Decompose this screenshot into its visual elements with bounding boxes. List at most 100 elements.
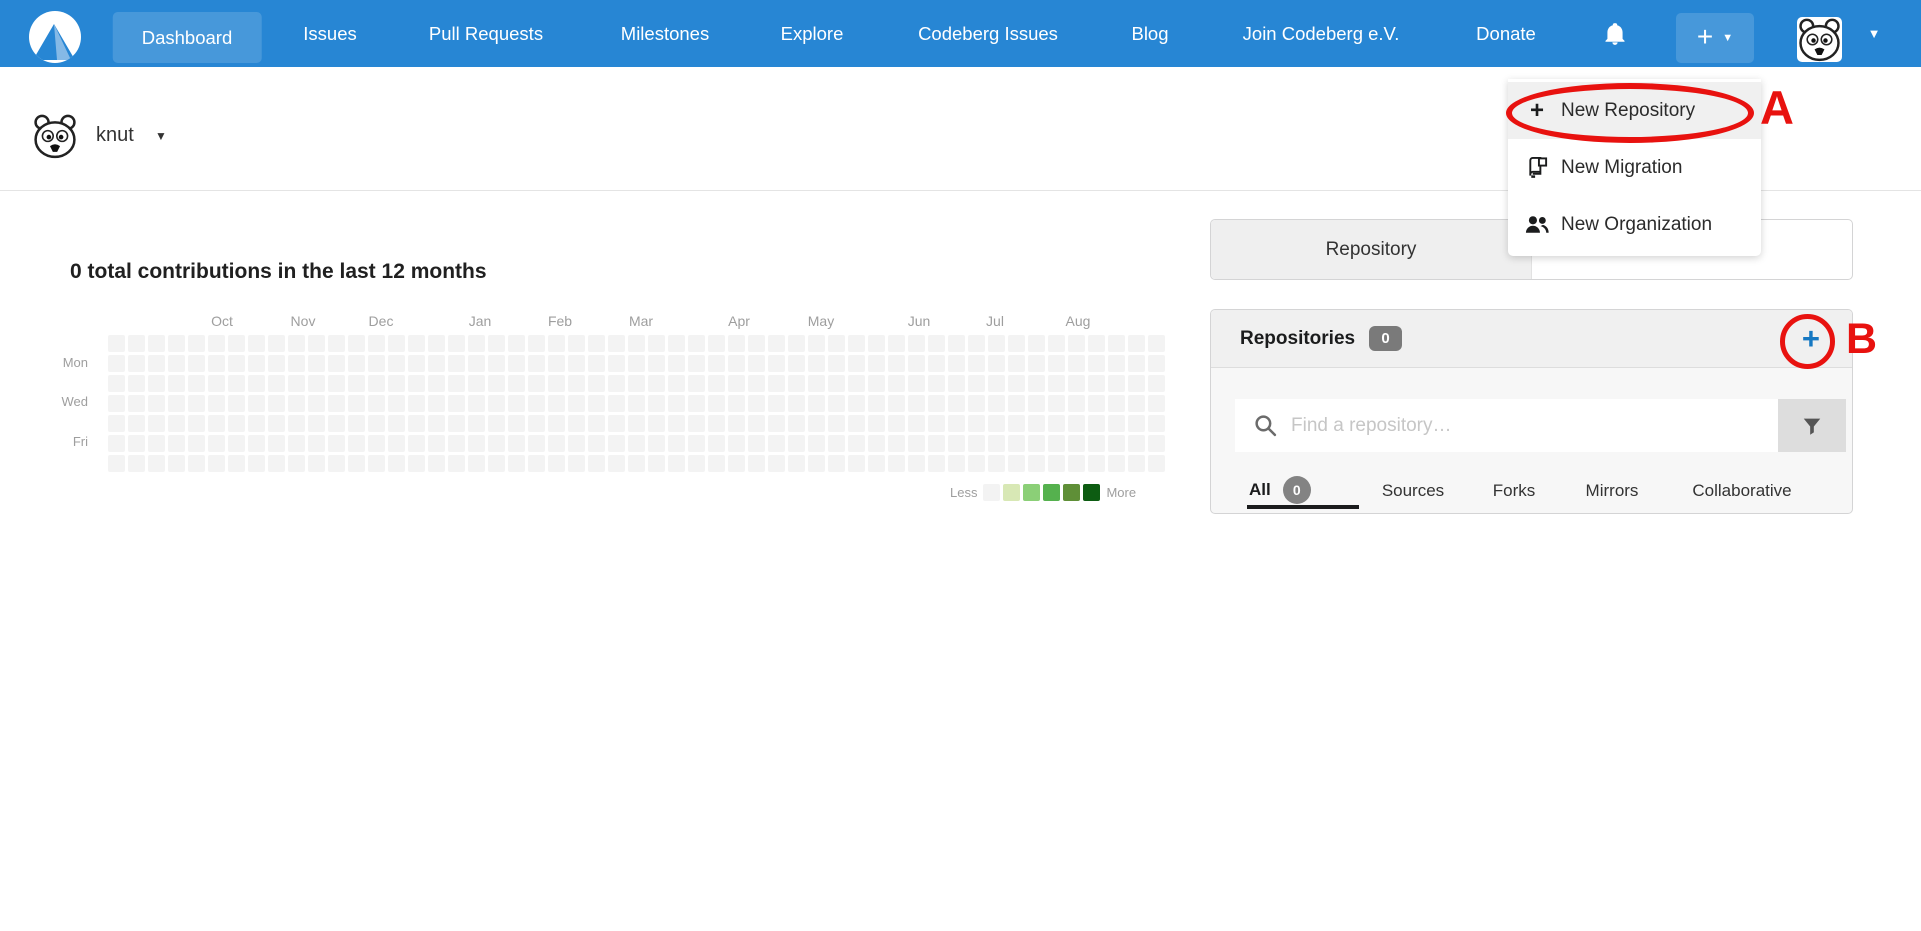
heatmap-cell (948, 375, 965, 392)
heatmap-cell (388, 435, 405, 452)
add-repository-button[interactable]: + (1802, 310, 1820, 368)
heatmap-cell (248, 355, 265, 372)
heatmap-cell (388, 355, 405, 372)
month-label-oct: Oct (211, 313, 233, 329)
heatmap-cell (928, 435, 945, 452)
heatmap-cell (608, 375, 625, 392)
heatmap-cell (628, 395, 645, 412)
heatmap-cell (288, 455, 305, 472)
heatmap-cell (788, 395, 805, 412)
heatmap-cell (968, 415, 985, 432)
heatmap-cell (368, 355, 385, 372)
username-chevron-down-icon[interactable]: ▼ (155, 129, 167, 143)
profile-avatar[interactable] (32, 113, 78, 159)
heatmap-cell (1148, 395, 1165, 412)
heatmap-cell (508, 435, 525, 452)
tab-collaborative[interactable]: Collaborative (1692, 478, 1791, 504)
nav-item-dashboard[interactable]: Dashboard (113, 12, 262, 63)
heatmap-cell (1088, 375, 1105, 392)
notifications-bell-icon[interactable] (1595, 0, 1635, 67)
tab-mirrors[interactable]: Mirrors (1586, 478, 1639, 504)
heatmap-cell (188, 395, 205, 412)
contributions-heatmap (108, 335, 1165, 472)
heatmap-cell (368, 435, 385, 452)
heatmap-cell (728, 455, 745, 472)
heatmap-cell (488, 455, 505, 472)
nav-item-pull-requests[interactable]: Pull Requests (429, 0, 543, 67)
tab-repository[interactable]: Repository (1211, 220, 1532, 279)
heatmap-cell (408, 375, 425, 392)
heatmap-cell (188, 415, 205, 432)
heatmap-cell (328, 435, 345, 452)
heatmap-cell (608, 415, 625, 432)
heatmap-cell (288, 375, 305, 392)
tab-forks[interactable]: Forks (1493, 478, 1536, 504)
heatmap-cell (848, 455, 865, 472)
heatmap-cell (988, 455, 1005, 472)
heatmap-cell (568, 375, 585, 392)
heatmap-cell (188, 375, 205, 392)
repository-filter-button[interactable] (1778, 399, 1846, 452)
month-label-dec: Dec (369, 313, 394, 329)
heatmap-legend: Less More (950, 484, 1136, 501)
heatmap-cell (708, 395, 725, 412)
heatmap-cell (388, 395, 405, 412)
heatmap-cell (808, 375, 825, 392)
heatmap-cell (768, 455, 785, 472)
heatmap-cell (508, 355, 525, 372)
heatmap-cell (428, 375, 445, 392)
heatmap-cell (448, 455, 465, 472)
nav-item-blog[interactable]: Blog (1131, 0, 1168, 67)
heatmap-cell (488, 395, 505, 412)
nav-item-donate[interactable]: Donate (1476, 0, 1536, 67)
heatmap-cell (508, 395, 525, 412)
repository-search-bar (1235, 399, 1846, 452)
nav-item-issues[interactable]: Issues (303, 0, 356, 67)
heatmap-cell (368, 375, 385, 392)
heatmap-cell (248, 395, 265, 412)
heatmap-cell (608, 435, 625, 452)
tab-all[interactable]: All0 (1249, 476, 1311, 504)
username-label[interactable]: knut (96, 124, 134, 147)
heatmap-cell (728, 335, 745, 352)
heatmap-cell (1148, 375, 1165, 392)
heatmap-cell (608, 355, 625, 372)
codeberg-logo-icon[interactable] (29, 11, 81, 63)
month-label-jun: Jun (908, 313, 931, 329)
heatmap-cell (268, 335, 285, 352)
menu-item-new-repository[interactable]: +New Repository (1508, 82, 1761, 139)
heatmap-cell (1148, 355, 1165, 372)
nav-item-codeberg-issues[interactable]: Codeberg Issues (918, 0, 1058, 67)
heatmap-cell (888, 435, 905, 452)
heatmap-cell (1068, 415, 1085, 432)
create-new-button[interactable]: + ▼ (1676, 13, 1754, 63)
heatmap-cell (548, 355, 565, 372)
heatmap-cell (108, 435, 125, 452)
heatmap-cell (868, 435, 885, 452)
repository-search-input[interactable] (1235, 399, 1778, 452)
heatmap-cell (288, 435, 305, 452)
day-label-fri: Fri (40, 434, 88, 450)
heatmap-cell (908, 395, 925, 412)
heatmap-cell (288, 355, 305, 372)
heatmap-cell (508, 335, 525, 352)
user-avatar[interactable] (1797, 17, 1842, 62)
user-menu-chevron-down-icon[interactable]: ▼ (1868, 0, 1881, 67)
heatmap-cell (128, 375, 145, 392)
heatmap-cell (248, 435, 265, 452)
nav-item-join-codeberg-e-v-[interactable]: Join Codeberg e.V. (1243, 0, 1400, 67)
nav-item-explore[interactable]: Explore (781, 0, 844, 67)
tab-sources[interactable]: Sources (1382, 478, 1444, 504)
plus-icon: + (1697, 23, 1713, 51)
heatmap-cell (848, 355, 865, 372)
menu-item-new-migration[interactable]: New Migration (1508, 139, 1761, 196)
menu-item-new-organization[interactable]: New Organization (1508, 196, 1761, 253)
heatmap-cell (228, 415, 245, 432)
heatmap-cell (1068, 395, 1085, 412)
heatmap-cell (1108, 455, 1125, 472)
heatmap-cell (308, 435, 325, 452)
heatmap-cell (588, 375, 605, 392)
nav-item-milestones[interactable]: Milestones (621, 0, 709, 67)
heatmap-cell (668, 395, 685, 412)
heatmap-cell (588, 395, 605, 412)
